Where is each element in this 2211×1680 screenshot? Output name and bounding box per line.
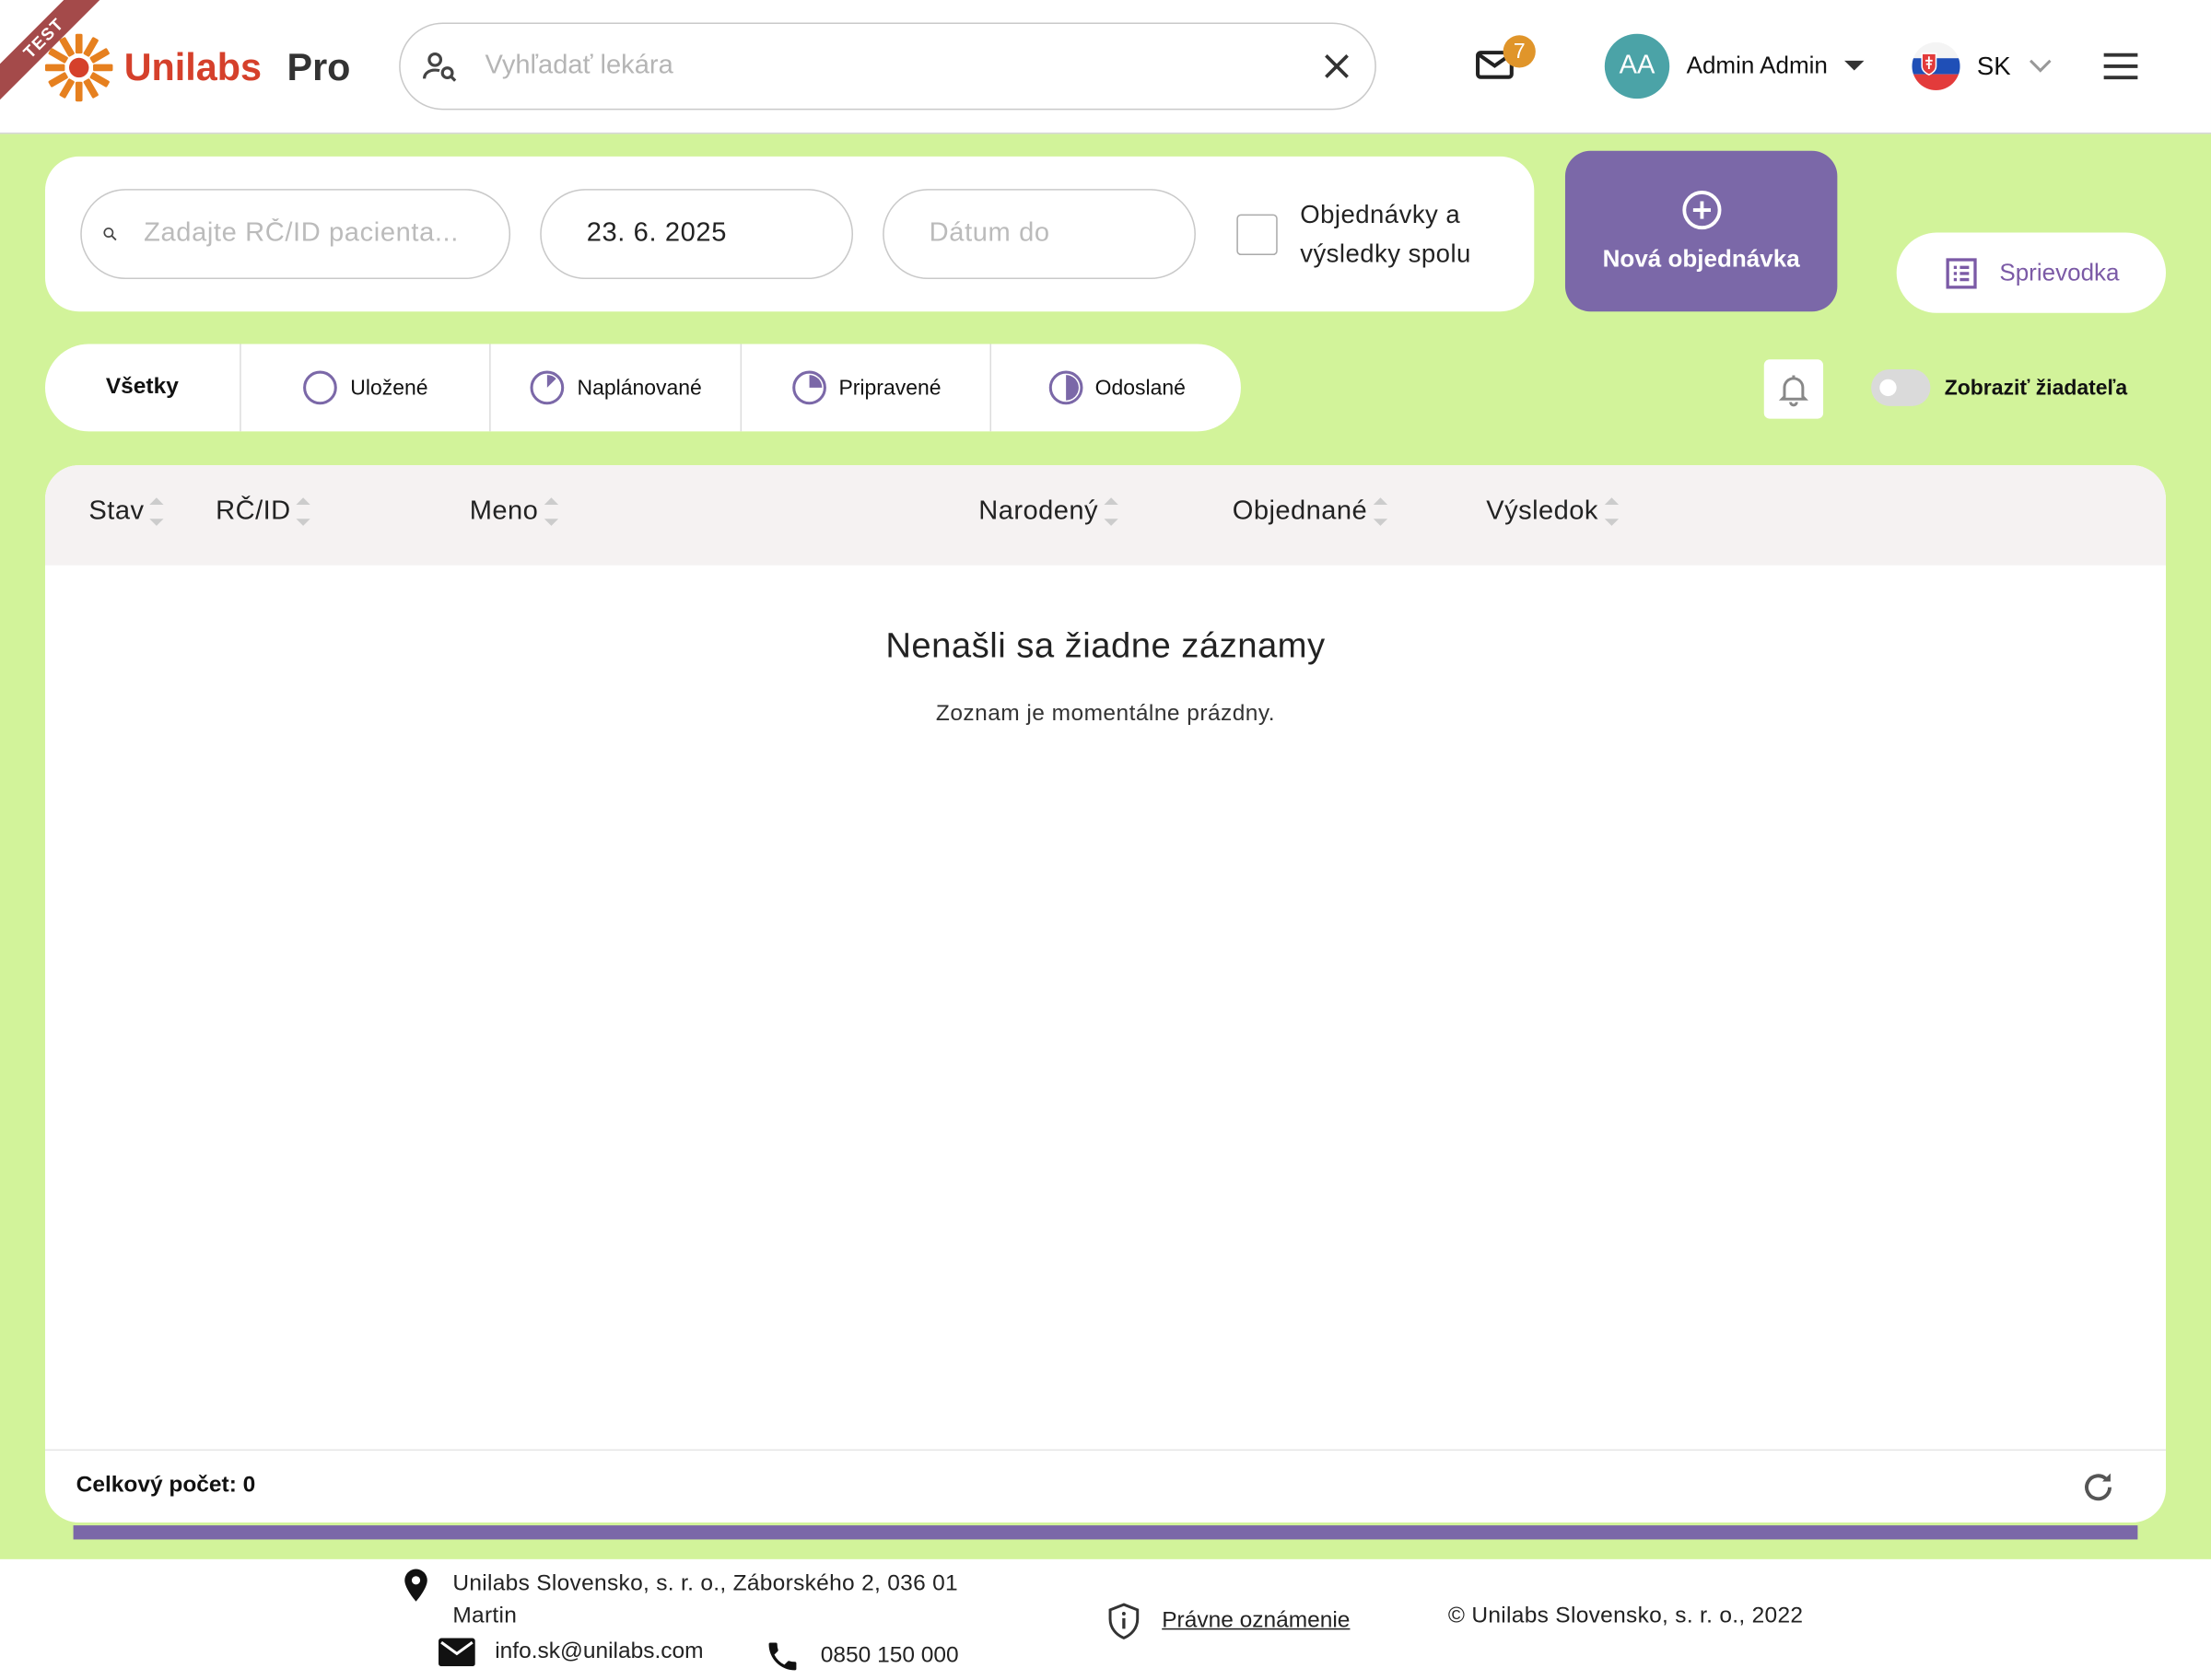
patient-search-field[interactable] — [80, 189, 511, 280]
person-search-icon — [422, 52, 457, 82]
tab-planned-label: Naplánované — [577, 375, 702, 400]
orders-table: Stav RČ/ID Meno Narodený Objednané Výsle… — [44, 465, 2167, 1523]
logo-text: Unilabs — [123, 45, 262, 88]
date-to-field[interactable] — [883, 189, 1275, 280]
slovak-flag-icon — [1912, 41, 1960, 90]
notification-bell-button[interactable] — [1763, 359, 1824, 419]
unilabs-logo[interactable]: Unilabs Pro — [42, 31, 351, 105]
refresh-icon[interactable] — [2078, 1467, 2118, 1507]
checkbox-label-line1: Objednávky a — [1300, 200, 1461, 228]
caret-down-icon — [1844, 60, 1865, 71]
sun-logo-icon — [44, 33, 113, 102]
bell-icon — [1778, 375, 1808, 407]
legal-notice-link[interactable]: Právne oznámenie — [1106, 1602, 1350, 1641]
footer-address: Unilabs Slovensko, s. r. o., Záborského … — [402, 1568, 958, 1632]
status-empty-circle-icon — [303, 370, 338, 405]
date-to-input[interactable] — [929, 218, 1275, 250]
address-line2: Martin — [452, 1604, 518, 1628]
plus-circle-icon — [1681, 191, 1721, 230]
guide-button[interactable]: Sprievodka — [1896, 232, 2167, 313]
column-name[interactable]: Meno — [470, 496, 558, 528]
user-menu[interactable]: AA Admin Admin — [1604, 33, 1865, 99]
column-status[interactable]: Stav — [88, 496, 164, 528]
date-from-input[interactable] — [586, 218, 932, 250]
list-document-icon — [1946, 257, 1977, 288]
tab-saved-label: Uložené — [350, 375, 428, 400]
guide-label: Sprievodka — [1999, 258, 2120, 286]
search-icon — [103, 228, 117, 241]
checkbox-label: Objednávky a výsledky spolu — [1300, 194, 1471, 274]
tab-all[interactable]: Všetky — [45, 344, 240, 431]
tab-all-label: Všetky — [105, 375, 179, 400]
combined-orders-results-checkbox[interactable]: Objednávky a výsledky spolu — [1236, 194, 1470, 274]
tab-prepared[interactable]: Pripravené — [740, 344, 990, 432]
user-name: Admin Admin — [1686, 52, 1828, 79]
accent-bar — [73, 1525, 2138, 1540]
app-root: TEST Unilabs Pro Vyhľadať lekára 7 AA Ad… — [0, 0, 2211, 1680]
address-line1: Unilabs Slovensko, s. r. o., Záborského … — [452, 1571, 958, 1596]
tab-prepared-label: Pripravené — [838, 375, 942, 400]
patient-search-input[interactable] — [144, 218, 490, 250]
empty-state-title: Nenašli sa žiadne záznamy — [885, 625, 1326, 666]
column-born[interactable]: Narodený — [978, 496, 1118, 528]
column-result[interactable]: Výsledok — [1486, 496, 1619, 528]
tab-saved[interactable]: Uložené — [239, 344, 490, 432]
tab-planned[interactable]: Naplánované — [489, 344, 741, 432]
tab-sent[interactable]: Odoslané — [990, 344, 1241, 432]
show-requester-label: Zobraziť žiadateľa — [1944, 375, 2128, 400]
total-count: Celkový počet: 0 — [76, 1473, 256, 1498]
empty-state-subtitle: Zoznam je momentálne prázdny. — [935, 702, 1276, 727]
phone-text: 0850 150 000 — [820, 1643, 959, 1668]
show-requester-toggle[interactable]: Zobraziť žiadateľa — [1871, 369, 2127, 406]
language-selector[interactable]: SK — [1912, 41, 2053, 90]
shield-info-icon — [1108, 1603, 1140, 1639]
language-code: SK — [1976, 51, 2011, 80]
mail-count-badge: 7 — [1503, 35, 1536, 68]
clear-search-icon[interactable] — [1318, 48, 1355, 85]
status-tabs: Všetky Uložené Naplánované Pripravené Od… — [44, 344, 1241, 432]
new-order-label: Nová objednávka — [1602, 245, 1800, 273]
top-header: TEST Unilabs Pro Vyhľadať lekára 7 AA Ad… — [0, 0, 2211, 134]
doctor-search-input[interactable] — [485, 51, 1319, 82]
page-footer: Unilabs Slovensko, s. r. o., Záborského … — [0, 1558, 2211, 1680]
date-from-field[interactable] — [540, 189, 932, 280]
tab-sent-label: Odoslané — [1094, 375, 1186, 400]
avatar: AA — [1604, 33, 1670, 99]
location-pin-icon — [404, 1569, 427, 1602]
legal-notice-text: Právne oznámenie — [1162, 1608, 1351, 1633]
footer-phone[interactable]: 0850 150 000 — [765, 1639, 959, 1675]
envelope-icon — [439, 1638, 475, 1667]
status-three-quarter-circle-icon — [791, 370, 826, 405]
chevron-down-icon — [2030, 59, 2052, 73]
email-text: info.sk@unilabs.com — [495, 1639, 704, 1664]
column-id[interactable]: RČ/ID — [216, 496, 311, 528]
status-quarter-circle-icon — [531, 370, 565, 405]
table-header: Stav RČ/ID Meno Narodený Objednané Výsle… — [44, 465, 2167, 566]
phone-icon — [768, 1642, 797, 1671]
checkbox-box[interactable] — [1236, 213, 1278, 255]
status-half-circle-icon — [1048, 370, 1082, 405]
toggle-switch[interactable] — [1871, 369, 1931, 406]
filter-panel: Objednávky a výsledky spolu — [44, 156, 1535, 312]
column-ordered[interactable]: Objednané — [1233, 496, 1387, 528]
logo-pro-text: Pro — [287, 45, 351, 88]
table-footer: Celkový počet: 0 — [44, 1449, 2167, 1522]
doctor-search-field[interactable] — [399, 22, 1376, 111]
footer-email[interactable]: info.sk@unilabs.com — [439, 1638, 704, 1667]
copyright: © Unilabs Slovensko, s. r. o., 2022 — [1447, 1604, 1804, 1628]
new-order-button[interactable]: Nová objednávka — [1564, 150, 1838, 312]
checkbox-label-line2: výsledky spolu — [1300, 239, 1471, 268]
hamburger-menu-icon[interactable] — [2101, 51, 2141, 82]
